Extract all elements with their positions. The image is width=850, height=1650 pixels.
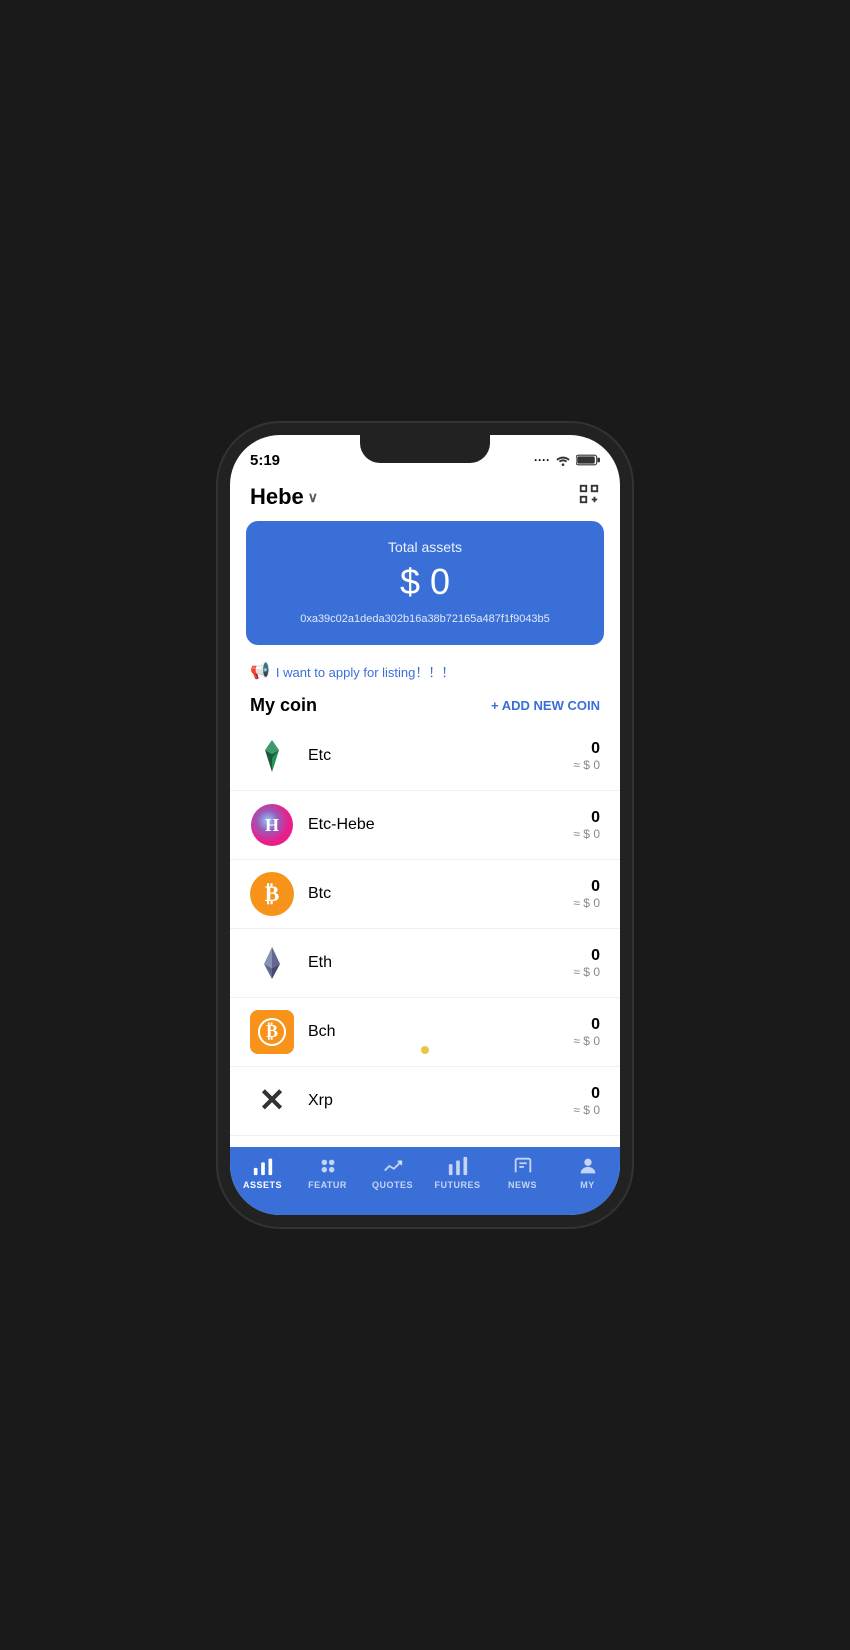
my-coin-section-header: My coin + ADD NEW COIN xyxy=(230,687,620,722)
bch-dot-indicator xyxy=(421,1046,429,1054)
coin-name-etc-hebe: Etc-Hebe xyxy=(308,816,573,834)
total-assets-card: Total assets $ 0 0xa39c02a1deda302b16a38… xyxy=(246,521,604,645)
coin-value-eth: 0 ≈ $ 0 xyxy=(573,947,600,979)
nav-label-futures: FUTURES xyxy=(435,1180,481,1190)
list-item[interactable]: ₿ Btc 0 ≈ $ 0 xyxy=(230,860,620,929)
total-assets-value: $ 0 xyxy=(266,561,584,603)
list-item[interactable]: Etc 0 ≈ $ 0 xyxy=(230,722,620,791)
chevron-down-icon: ∨ xyxy=(308,489,318,506)
coin-amount-etc-hebe: 0 xyxy=(573,809,600,827)
futures-nav-icon xyxy=(447,1155,469,1177)
wifi-icon xyxy=(555,454,571,466)
list-item[interactable]: Eth 0 ≈ $ 0 xyxy=(230,929,620,998)
header: Hebe ∨ xyxy=(230,479,620,521)
scan-icon[interactable] xyxy=(578,483,600,511)
list-item[interactable]: ₿ Bsv 0 ≈ $ 0 xyxy=(230,1136,620,1147)
my-nav-icon xyxy=(577,1155,599,1177)
header-title[interactable]: Hebe ∨ xyxy=(250,484,318,510)
nav-label-quotes: QUOTES xyxy=(372,1180,413,1190)
coin-amount-etc: 0 xyxy=(573,740,600,758)
bottom-navigation: ASSETS FEATUR QUOTES FUTURES NEWS xyxy=(230,1147,620,1215)
status-icons: ···· xyxy=(534,453,600,467)
coin-usd-eth: ≈ $ 0 xyxy=(573,965,600,979)
status-time: 5:19 xyxy=(250,452,280,469)
megaphone-icon: 📢 xyxy=(250,661,270,681)
nav-item-quotes[interactable]: QUOTES xyxy=(360,1155,425,1195)
coin-name-etc: Etc xyxy=(308,747,573,765)
coin-value-etc: 0 ≈ $ 0 xyxy=(573,740,600,772)
eth-coin-icon xyxy=(250,941,294,985)
nav-label-my: MY xyxy=(580,1180,595,1190)
coin-name-xrp: Xrp xyxy=(308,1092,573,1110)
coin-usd-etc: ≈ $ 0 xyxy=(573,758,600,772)
news-nav-icon xyxy=(512,1155,534,1177)
nav-item-futures[interactable]: FUTURES xyxy=(425,1155,490,1195)
add-new-coin-button[interactable]: + ADD NEW COIN xyxy=(491,698,600,713)
coin-list: Etc 0 ≈ $ 0 xyxy=(230,722,620,1147)
listing-text: I want to apply for listing！！！ xyxy=(276,662,454,681)
coin-value-btc: 0 ≈ $ 0 xyxy=(573,878,600,910)
etc-hebe-coin-icon: H xyxy=(250,803,294,847)
nav-item-assets[interactable]: ASSETS xyxy=(230,1155,295,1195)
coin-amount-bch: 0 xyxy=(573,1016,600,1034)
signal-icon: ···· xyxy=(534,453,550,467)
svg-text:H: H xyxy=(265,815,279,835)
coin-amount-eth: 0 xyxy=(573,947,600,965)
coin-amount-btc: 0 xyxy=(573,878,600,896)
coin-usd-bch: ≈ $ 0 xyxy=(573,1034,600,1048)
listing-banner[interactable]: 📢 I want to apply for listing！！！ xyxy=(230,655,620,687)
nav-label-featur: FEATUR xyxy=(308,1180,347,1190)
svg-text:✕: ✕ xyxy=(259,1082,286,1118)
coin-usd-etc-hebe: ≈ $ 0 xyxy=(573,827,600,841)
list-item[interactable]: ₿ Bch 0 ≈ $ 0 xyxy=(230,998,620,1067)
etc-coin-icon xyxy=(250,734,294,778)
battery-icon xyxy=(576,454,600,466)
coin-value-bch: 0 ≈ $ 0 xyxy=(573,1016,600,1048)
coin-name-eth: Eth xyxy=(308,954,573,972)
coin-value-etc-hebe: 0 ≈ $ 0 xyxy=(573,809,600,841)
total-assets-label: Total assets xyxy=(266,539,584,555)
nav-item-my[interactable]: MY xyxy=(555,1155,620,1195)
svg-text:₿: ₿ xyxy=(266,1021,278,1041)
coin-usd-xrp: ≈ $ 0 xyxy=(573,1103,600,1117)
coin-value-xrp: 0 ≈ $ 0 xyxy=(573,1085,600,1117)
xrp-coin-icon: ✕ xyxy=(250,1079,294,1123)
main-content: Total assets $ 0 0xa39c02a1deda302b16a38… xyxy=(230,521,620,1147)
coin-name-btc: Btc xyxy=(308,885,573,903)
bch-coin-icon: ₿ xyxy=(250,1010,294,1054)
coin-amount-xrp: 0 xyxy=(573,1085,600,1103)
nav-label-news: NEWS xyxy=(508,1180,537,1190)
nav-item-news[interactable]: NEWS xyxy=(490,1155,555,1195)
nav-label-assets: ASSETS xyxy=(243,1180,282,1190)
list-item[interactable]: ✕ Xrp 0 ≈ $ 0 xyxy=(230,1067,620,1136)
quotes-nav-icon xyxy=(382,1155,404,1177)
assets-nav-icon xyxy=(252,1155,274,1177)
nav-item-featur[interactable]: FEATUR xyxy=(295,1155,360,1195)
featur-nav-icon xyxy=(317,1155,339,1177)
wallet-name: Hebe xyxy=(250,484,304,510)
btc-coin-icon: ₿ xyxy=(250,872,294,916)
list-item[interactable]: H Etc-Hebe 0 ≈ $ 0 xyxy=(230,791,620,860)
wallet-address[interactable]: 0xa39c02a1deda302b16a38b72165a487f1f9043… xyxy=(266,613,584,625)
coin-usd-btc: ≈ $ 0 xyxy=(573,896,600,910)
my-coin-title: My coin xyxy=(250,695,317,716)
coin-name-bch: Bch xyxy=(308,1023,573,1041)
